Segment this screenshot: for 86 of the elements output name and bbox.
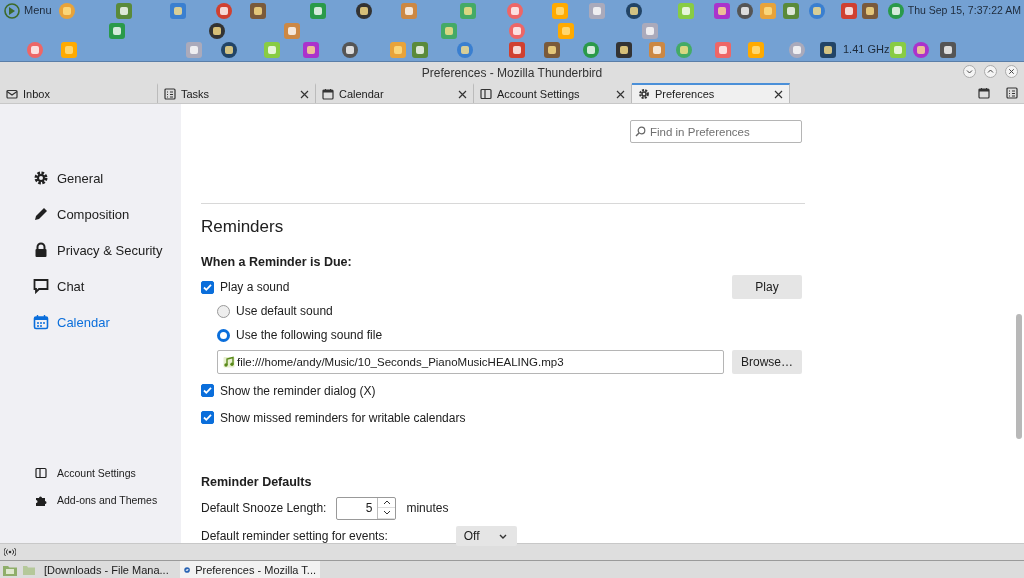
checkbox[interactable] [201, 411, 214, 424]
sidebar-item[interactable]: General [33, 160, 181, 196]
clock[interactable]: Thu Sep 15, 7:37:22 AM [907, 4, 1021, 16]
sound-file-field[interactable]: file:///home/andy/Music/10_Seconds_PianoMusicHEALING.mp3 [217, 350, 724, 374]
close-icon[interactable] [300, 89, 309, 99]
taskbar-item[interactable]: Preferences - Mozilla T... [180, 561, 320, 578]
scrollbar-thumb[interactable] [1016, 314, 1022, 439]
group-heading: Reminder Defaults [201, 475, 312, 489]
close-icon[interactable] [1005, 65, 1018, 78]
sidebar-item[interactable]: Chat [33, 268, 181, 304]
app-icon[interactable] [302, 41, 320, 59]
search-field[interactable]: Find in Preferences [630, 120, 802, 143]
unit-label: minutes [406, 501, 449, 515]
tab[interactable]: Inbox [0, 83, 158, 103]
music-note-icon [223, 356, 235, 368]
checklist-icon [1006, 87, 1018, 99]
radio-label: Use the following sound file [236, 328, 383, 342]
tab[interactable]: Calendar [316, 83, 474, 103]
maximize-icon[interactable] [984, 65, 997, 78]
taskbar-item[interactable]: [Downloads - File Mana... [40, 561, 180, 578]
app-icon[interactable] [625, 2, 643, 20]
app-icon[interactable] [615, 41, 633, 59]
sidebar-item[interactable]: Privacy & Security [33, 232, 181, 268]
checkbox-label: Show missed reminders for writable calendars [220, 410, 466, 425]
checkbox-label: Play a sound [220, 280, 290, 294]
sidebar-item[interactable]: Composition [33, 196, 181, 232]
app-icon[interactable] [912, 41, 930, 59]
sidebar-item[interactable]: Calendar [33, 304, 181, 340]
app-icon[interactable] [543, 41, 561, 59]
search-icon [635, 126, 646, 137]
calendar-icon [978, 87, 990, 99]
snooze-spinner[interactable]: 5 [336, 496, 397, 520]
app-icon[interactable] [819, 41, 837, 59]
browse-button[interactable]: Browse… [732, 350, 802, 374]
app-icon[interactable] [713, 2, 731, 20]
reminder-dropdown[interactable]: Off [455, 526, 517, 546]
signal-icon [4, 547, 16, 557]
checkbox[interactable] [201, 280, 214, 294]
sidebar-link[interactable]: Add-ons and Themes [33, 486, 181, 513]
app-icon[interactable] [355, 2, 373, 20]
app-icon[interactable] [411, 41, 429, 59]
app-icon[interactable] [215, 2, 233, 20]
radio-label: Use default sound [236, 304, 333, 318]
app-icon[interactable] [220, 41, 238, 59]
app-icon[interactable] [208, 22, 226, 40]
tab[interactable]: Preferences [632, 83, 790, 103]
app-icon[interactable] [861, 2, 879, 20]
checklist-icon [164, 88, 176, 100]
app-icon[interactable] [341, 41, 359, 59]
app-icon[interactable] [736, 2, 754, 20]
menu-icon[interactable] [4, 3, 20, 19]
account-icon [35, 466, 47, 479]
lock-icon [33, 242, 49, 258]
section-title: Reminders [201, 217, 284, 237]
menu-label[interactable]: Menu [24, 4, 52, 16]
gear-icon [638, 88, 650, 100]
close-icon[interactable] [458, 89, 467, 99]
close-icon[interactable] [616, 89, 625, 99]
tab[interactable]: Tasks [158, 83, 316, 103]
app-icon[interactable] [939, 41, 957, 59]
radio-button[interactable] [217, 304, 230, 318]
calendar-icon [322, 88, 334, 100]
app-icon[interactable] [840, 2, 858, 20]
chat-icon [33, 278, 49, 294]
app-icon[interactable] [115, 2, 133, 20]
sidebar-link[interactable]: Account Settings [33, 459, 181, 486]
window-title: Preferences - Mozilla Thunderbird [421, 65, 603, 80]
account-icon [480, 88, 492, 100]
cpu-frequency: 1.41 GHz [843, 43, 890, 55]
gear-icon [33, 170, 49, 186]
play-button[interactable]: Play [732, 275, 802, 299]
field-label: Default Snooze Length: [201, 501, 327, 515]
checkbox-label: Show the reminder dialog (X) [220, 383, 376, 398]
pen-icon [33, 206, 49, 222]
group-heading: When a Reminder is Due: [201, 255, 352, 269]
radio-button[interactable] [217, 328, 230, 342]
app-icon[interactable] [249, 2, 267, 20]
minimize-icon[interactable] [963, 65, 976, 78]
calendar-icon [33, 314, 49, 330]
envelope-icon [6, 88, 18, 100]
app-icon[interactable] [782, 2, 800, 20]
app-icon[interactable] [508, 41, 526, 59]
field-label: Default reminder setting for events: [201, 529, 388, 543]
checkbox[interactable] [201, 384, 214, 397]
caret-icon [498, 533, 507, 539]
close-icon[interactable] [774, 89, 783, 99]
